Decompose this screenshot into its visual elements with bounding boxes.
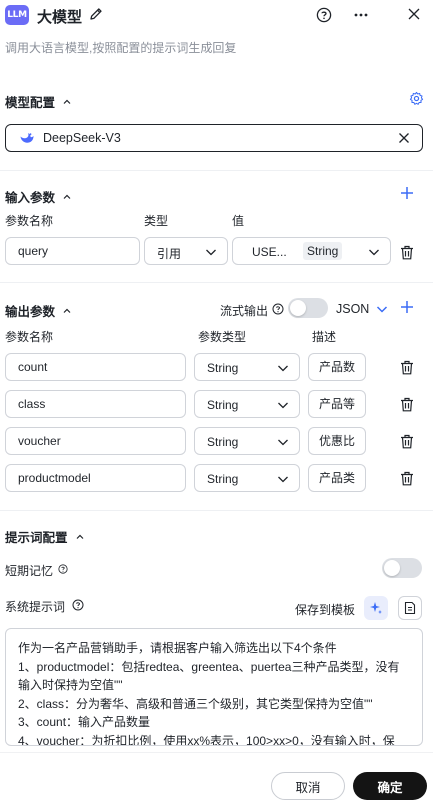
model-config-title: 模型配置 [5,96,56,110]
output-param-type-select[interactable]: String [194,427,300,455]
output-param-type-value: String [207,472,239,486]
output-param-name-field[interactable]: class [5,390,186,418]
short-memory-label: 短期记忆 [5,564,54,578]
input-params-section-toggle[interactable]: 输入参数 [5,187,72,206]
stream-output-toggle[interactable] [288,298,328,318]
template-library-button[interactable] [398,596,422,620]
chevron-up-icon [63,194,71,199]
short-memory-toggle[interactable] [382,558,422,578]
chevron-up-icon [63,99,71,104]
output-params-section-toggle[interactable]: 输出参数 [5,301,72,320]
system-prompt-help-icon[interactable] [72,599,84,611]
input-param-value-type-tag: String [303,242,343,260]
llm-node-panel: LLM 大模型 调用大语言模型,按照配置的提示词生成回复 模型配置 DeepSe… [0,0,433,802]
panel-footer: 取消 确定 [0,752,433,802]
output-col-desc-header: 描述 [312,330,337,344]
chevron-down-icon [278,476,288,483]
model-name: DeepSeek-V3 [43,131,121,145]
clear-model-icon[interactable] [398,132,410,144]
output-params-title: 输出参数 [5,305,56,319]
cancel-button[interactable]: 取消 [271,772,345,800]
input-param-value-select[interactable]: USE... String [232,237,391,265]
chevron-down-icon [369,249,379,256]
node-title: 大模型 [37,9,83,26]
delete-input-param-icon[interactable] [400,245,414,260]
output-param-type-value: String [207,398,239,412]
model-config-section-toggle[interactable]: 模型配置 [5,92,72,111]
sparkle-icon [370,602,382,614]
delete-output-param-icon[interactable] [400,360,414,375]
toggle-knob [290,300,306,316]
close-icon[interactable] [406,6,422,22]
chevron-down-icon [206,249,216,256]
system-prompt-editor[interactable]: 作为一名产品营销助手，请根据客户输入筛选出以下4个条件 1、productmod… [5,628,423,746]
output-param-name-field[interactable]: count [5,353,186,381]
input-col-name-header: 参数名称 [5,214,54,228]
input-col-type-header: 类型 [144,214,169,228]
output-col-type-header: 参数类型 [198,330,247,344]
prompt-config-section-toggle[interactable]: 提示词配置 [5,527,85,546]
edit-icon[interactable] [88,6,104,22]
llm-logo: LLM [5,5,29,25]
input-param-type-value: 引用 [157,247,182,261]
prompt-line: 4、voucher：为折扣比例，使用xx%表示，100>xx>0，没有输入时，保 [18,733,395,746]
output-param-name-field[interactable]: productmodel [5,464,186,492]
panel-header: LLM 大模型 [0,0,433,32]
template-icon [404,601,416,615]
input-param-name-field[interactable]: query [5,237,140,265]
short-memory-help-icon[interactable] [58,564,68,574]
prompt-line: 1、productmodel：包括redtea、greentea、puertea… [18,659,400,693]
delete-output-param-icon[interactable] [400,471,414,486]
prompt-line: 3、count：输入产品数量 [18,715,151,729]
add-output-param-icon[interactable] [400,300,414,314]
toggle-knob [384,560,400,576]
deepseek-logo-icon [20,133,34,143]
output-param-desc-field[interactable]: 产品数 [308,353,366,381]
input-params-title: 输入参数 [5,191,56,205]
divider [0,510,433,511]
output-param-desc-field[interactable]: 产品类 [308,464,366,492]
output-param-desc-field[interactable]: 产品等 [308,390,366,418]
output-param-type-value: String [207,435,239,449]
output-param-name-field[interactable]: voucher [5,427,186,455]
prompt-line: 作为一名产品营销助手，请根据客户输入筛选出以下4个条件 [18,641,337,655]
stream-output-label: 流式输出 [220,304,269,318]
output-param-type-select[interactable]: String [194,464,300,492]
chevron-down-icon [278,402,288,409]
output-format-label[interactable]: JSON [336,302,369,316]
more-icon[interactable] [352,7,370,23]
format-chevron-down-icon[interactable] [376,304,388,314]
stream-help-icon[interactable] [272,303,284,315]
add-input-param-icon[interactable] [400,186,414,200]
prompt-line: 2、class：分为奢华、高级和普通三个级别，其它类型保持为空值"" [18,696,373,711]
chevron-up-icon [63,308,71,313]
confirm-button[interactable]: 确定 [353,772,427,800]
output-param-type-select[interactable]: String [194,390,300,418]
node-description: 调用大语言模型,按照配置的提示词生成回复 [5,41,237,55]
system-prompt-label: 系统提示词 [5,600,66,614]
input-col-value-header: 值 [232,214,245,228]
output-param-type-select[interactable]: String [194,353,300,381]
save-to-template-link[interactable]: 保存到模板 [295,601,355,618]
output-col-name-header: 参数名称 [5,330,54,344]
model-selector[interactable]: DeepSeek-V3 [5,124,423,152]
output-param-type-value: String [207,361,239,375]
input-param-type-select[interactable]: 引用 [144,237,228,265]
divider [0,282,433,283]
ai-generate-button[interactable] [364,596,388,620]
delete-output-param-icon[interactable] [400,397,414,412]
chevron-down-icon [278,365,288,372]
chevron-down-icon [278,439,288,446]
input-param-value-text: USE... [252,245,287,259]
gear-icon[interactable] [409,91,424,106]
divider [0,170,433,171]
help-icon[interactable] [316,7,332,23]
chevron-up-icon [76,534,83,539]
output-param-desc-field[interactable]: 优惠比 [308,427,366,455]
delete-output-param-icon[interactable] [400,434,414,449]
prompt-config-title: 提示词配置 [5,531,68,545]
